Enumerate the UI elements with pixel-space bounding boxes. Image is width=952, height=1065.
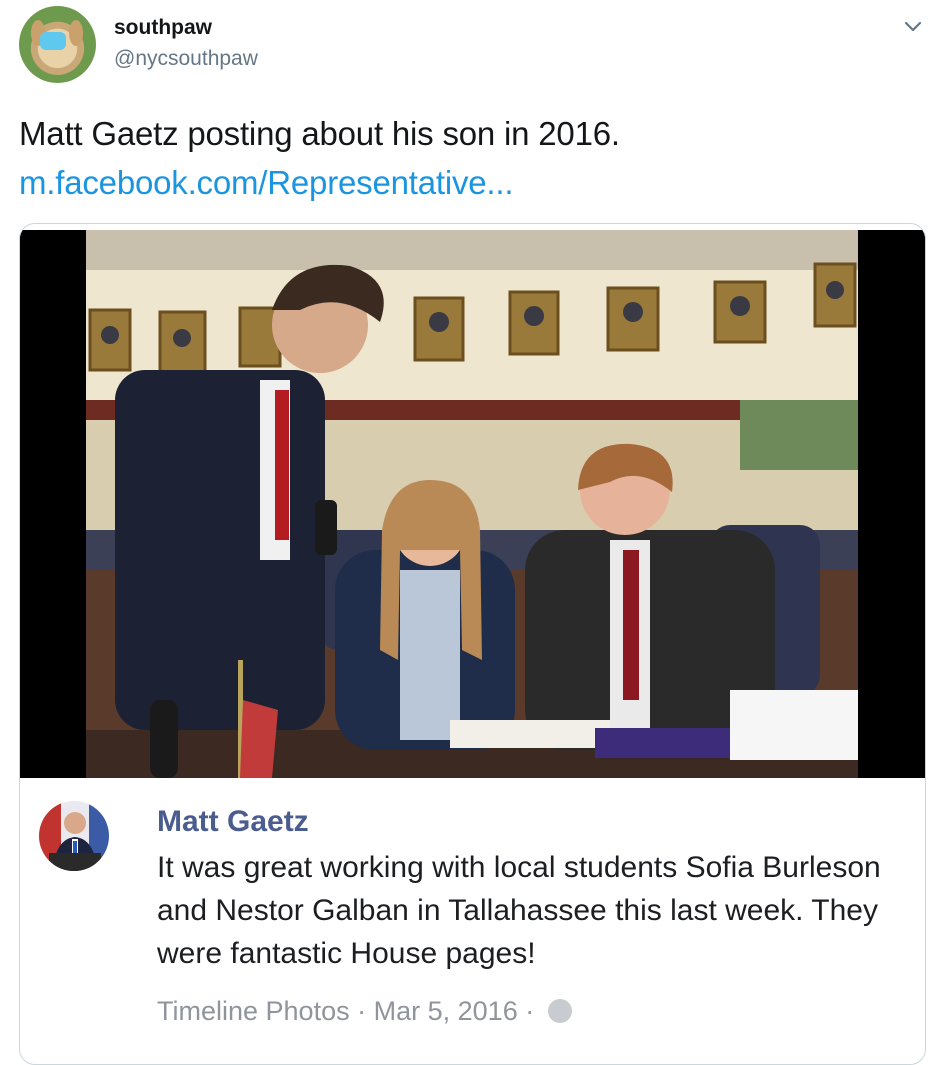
chevron-down-icon[interactable] [898,14,928,40]
profile-avatar[interactable] [19,6,96,83]
post-meta: Timeline Photos · Mar 5, 2016 · [157,996,572,1027]
card-photo[interactable] [20,230,925,778]
globe-icon [547,999,572,1023]
puppy-ear-right [69,20,83,46]
author-name[interactable]: Matt Gaetz [157,805,309,839]
author-avatar[interactable] [39,801,109,871]
link-preview-card[interactable]: Matt Gaetz It was great working with loc… [19,223,926,1065]
display-name[interactable]: southpaw [114,16,212,40]
tweet-link[interactable]: m.facebook.com/Representative... [19,164,514,202]
tweet-text: Matt Gaetz posting about his son in 2016… [19,115,620,152]
face-mask-icon [40,32,66,50]
post-text: It was great working with local students… [157,851,881,970]
user-handle[interactable]: @nycsouthpaw [114,47,258,71]
